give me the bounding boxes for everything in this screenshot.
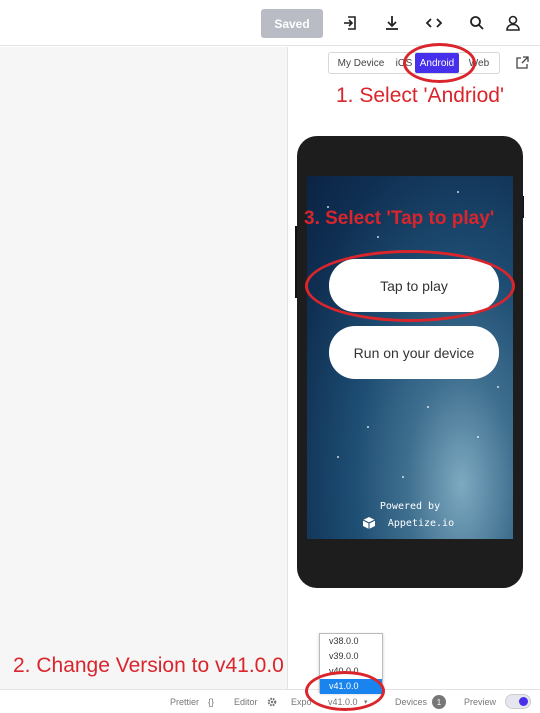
phone-screen: Tap to play Run on your device Powered b… — [307, 176, 513, 539]
version-option[interactable]: v39.0.0 — [320, 649, 382, 664]
code-editor-area[interactable] — [0, 47, 288, 689]
gear-icon[interactable] — [266, 696, 278, 708]
editor-button[interactable]: Editor — [234, 697, 258, 707]
run-on-device-button[interactable]: Run on your device — [329, 326, 499, 379]
user-icon[interactable] — [501, 11, 525, 35]
search-icon[interactable] — [465, 11, 489, 35]
version-option[interactable]: v38.0.0 — [320, 634, 382, 649]
annotation-ring-android — [403, 43, 476, 83]
saved-button[interactable]: Saved — [261, 9, 323, 38]
preview-toggle[interactable] — [505, 694, 531, 709]
annotation-ring-version — [305, 671, 385, 711]
tab-my-device[interactable]: My Device — [329, 53, 393, 73]
log-in-icon[interactable] — [338, 11, 362, 35]
external-link-icon[interactable] — [514, 55, 530, 71]
appetize-label: Appetize.io — [387, 518, 455, 529]
braces-icon: {} — [208, 697, 215, 707]
devices-button[interactable]: Devices — [395, 697, 427, 707]
powered-by-label: Powered by — [379, 501, 441, 512]
download-icon[interactable] — [380, 11, 404, 35]
devices-count-badge: 1 — [432, 695, 446, 709]
prettier-button[interactable]: Prettier — [170, 697, 199, 707]
preview-label: Preview — [464, 697, 497, 707]
code-icon[interactable] — [422, 11, 446, 35]
annotation-step3: 3. Select 'Tap to play' — [304, 208, 495, 229]
bottom-status-bar: Prettier {} Editor Expo v41.0.0 ▾ Device… — [0, 689, 540, 713]
top-toolbar: Saved — [0, 0, 540, 46]
annotation-ring-tap-to-play — [305, 250, 515, 322]
annotation-step2: 2. Change Version to v41.0.0 — [13, 654, 284, 677]
annotation-step1: 1. Select 'Andriod' — [336, 84, 504, 107]
